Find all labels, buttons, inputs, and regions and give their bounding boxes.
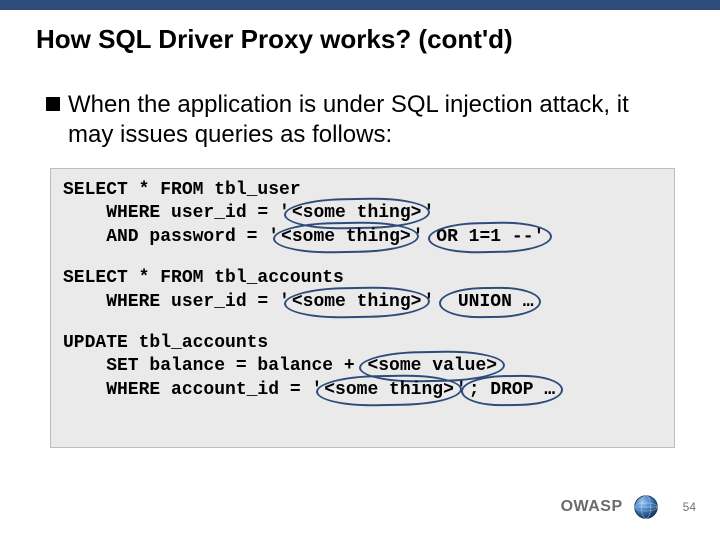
code-text: ' — [423, 292, 445, 312]
code-text: AND password = ' — [63, 227, 279, 247]
code-text: SELECT * FROM tbl_user — [63, 180, 301, 200]
code-text: ' — [423, 203, 434, 223]
code-text: SET balance = balance + — [63, 356, 365, 376]
placeholder-circled: <some thing> — [279, 226, 413, 249]
bullet-item: When the application is under SQL inject… — [46, 90, 680, 150]
code-text: WHERE user_id = ' — [63, 292, 290, 312]
placeholder-circled: <some thing> — [322, 379, 456, 402]
slide: How SQL Driver Proxy works? (cont'd) Whe… — [0, 0, 720, 540]
code-text: ' — [413, 227, 435, 247]
slide-title: How SQL Driver Proxy works? (cont'd) — [36, 24, 513, 55]
placeholder-circled: <some value> — [365, 355, 499, 378]
sql-query-2: SELECT * FROM tbl_accounts WHERE user_id… — [63, 267, 662, 314]
bullet-text: When the application is under SQL inject… — [68, 90, 680, 150]
code-text: WHERE account_id = ' — [63, 380, 322, 400]
code-text: SELECT * FROM tbl_accounts — [63, 268, 344, 288]
footer: OWASP 54 — [561, 494, 696, 520]
owasp-label: OWASP — [561, 498, 623, 516]
owasp-globe-icon — [633, 494, 659, 520]
sql-query-3: UPDATE tbl_accounts SET balance = balanc… — [63, 332, 662, 402]
bullet-square-icon — [46, 97, 60, 111]
sql-query-1: SELECT * FROM tbl_user WHERE user_id = '… — [63, 179, 662, 249]
code-text: ' — [456, 380, 467, 400]
injection-circled: ; DROP … — [467, 379, 557, 402]
sql-code-box: SELECT * FROM tbl_user WHERE user_id = '… — [50, 168, 675, 448]
code-text: WHERE user_id = ' — [63, 203, 290, 223]
top-accent-bar — [0, 0, 720, 10]
page-number: 54 — [683, 500, 696, 514]
placeholder-circled: <some thing> — [290, 202, 424, 225]
code-text: UPDATE tbl_accounts — [63, 333, 268, 353]
injection-circled: OR 1=1 --' — [434, 226, 546, 249]
placeholder-circled: <some thing> — [290, 291, 424, 314]
injection-circled: UNION … — [445, 291, 535, 314]
